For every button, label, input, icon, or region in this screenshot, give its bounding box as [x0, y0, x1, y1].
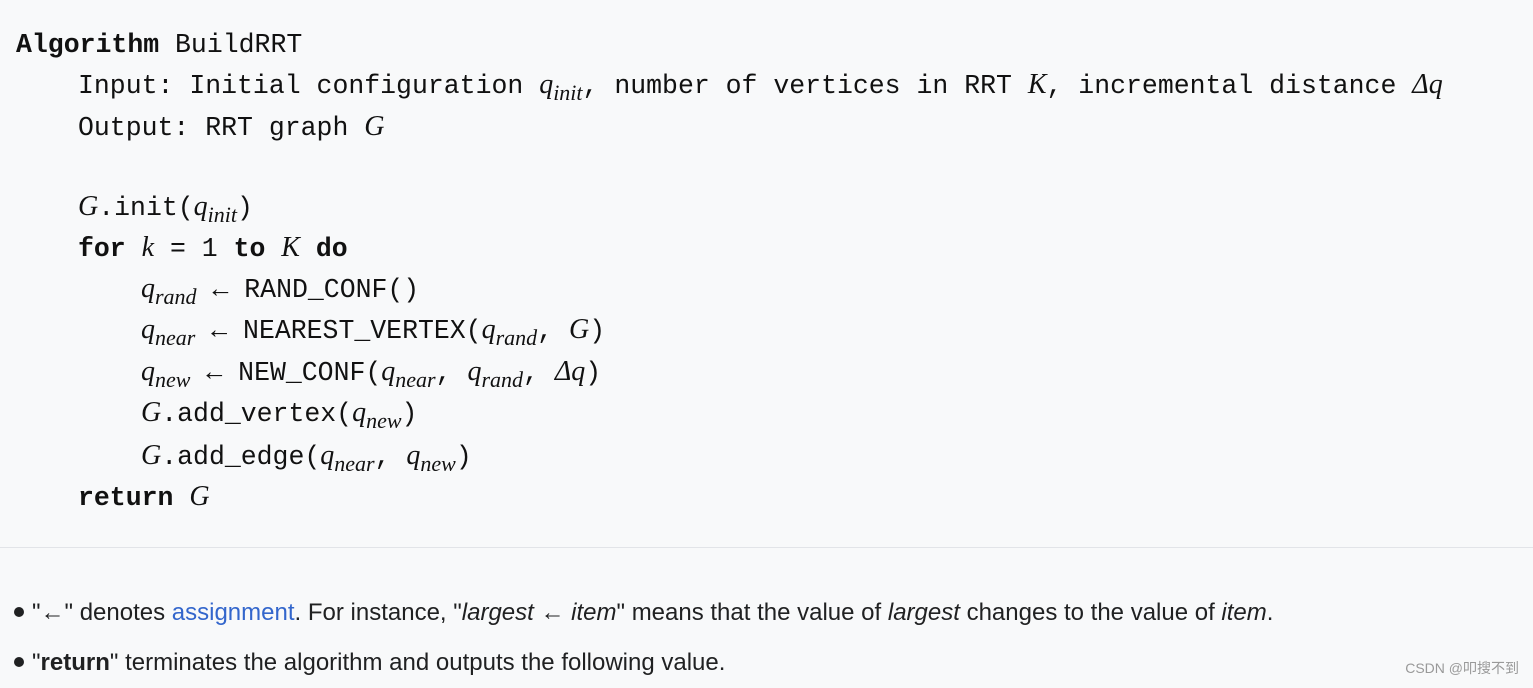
new-line: qnew ← NEW_CONF(qnear, qrand, Δq)	[141, 356, 602, 392]
near-line: qnear ← NEAREST_VERTEX(qrand, G)	[141, 314, 606, 350]
bullet-icon	[14, 657, 24, 667]
note-return: "return" terminates the algorithm and ou…	[14, 638, 1273, 688]
pseudocode-block: Algorithm BuildRRT Input: Initial config…	[0, 0, 1533, 548]
return-line: return G	[78, 481, 210, 514]
watermark: CSDN @叩搜不到	[1405, 660, 1519, 676]
input-line: Input: Initial configuration qinit, numb…	[78, 69, 1443, 105]
note-assignment: "←" denotes assignment. For instance, "l…	[14, 588, 1273, 638]
output-line: Output: RRT graph G	[78, 111, 385, 144]
add-edge-line: G.add_edge(qnear, qnew)	[141, 440, 472, 476]
notes-list: "←" denotes assignment. For instance, "l…	[14, 588, 1273, 688]
bullet-icon	[14, 607, 24, 617]
for-line: for k = 1 to K do	[78, 232, 348, 265]
assignment-link[interactable]: assignment	[172, 599, 295, 626]
rand-line: qrand ← RAND_CONF()	[141, 273, 420, 309]
init-line: G.init(qinit)	[78, 191, 253, 227]
add-vertex-line: G.add_vertex(qnew)	[141, 397, 418, 433]
algorithm-header: Algorithm BuildRRT	[16, 30, 303, 60]
